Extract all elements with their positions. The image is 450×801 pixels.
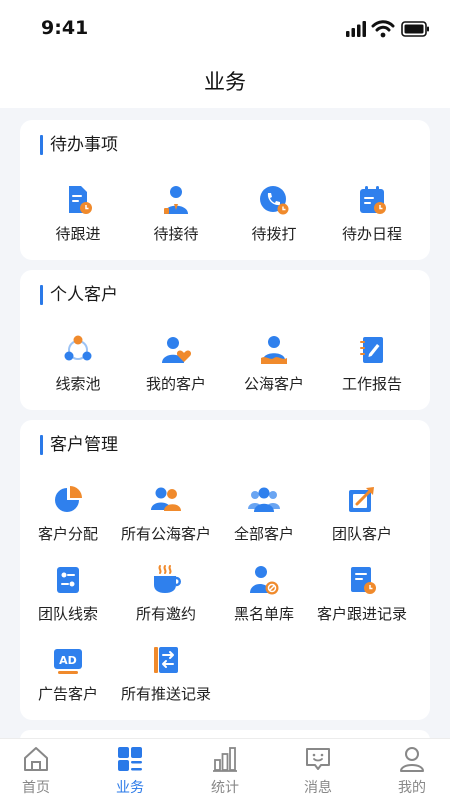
grid-item-lead-pool[interactable]: 线索池 <box>28 334 128 404</box>
grid-item-label: 线索池 <box>55 375 101 393</box>
grid-item-label: 广告客户 <box>37 685 98 703</box>
pie-chart-icon <box>55 486 82 512</box>
tab-label: 业务 <box>116 780 144 796</box>
tab-label: 首页 <box>22 780 50 796</box>
ad-badge-text: AD <box>59 654 77 667</box>
home-icon <box>24 747 48 771</box>
coffee-cup-icon <box>154 565 181 593</box>
public-pool-customer-icon <box>261 336 287 364</box>
profile-icon <box>400 747 424 772</box>
grid-item-follow-record[interactable]: 客户跟进记录 <box>312 564 412 634</box>
bottom-tab-bar: 首页 业务 统计 消息 我的 <box>0 738 450 801</box>
reception-person-icon <box>164 186 188 214</box>
section-title: 个人客户 <box>50 285 118 305</box>
grid-item-label: 所有邀约 <box>135 605 196 623</box>
grid-item-label: 客户跟进记录 <box>316 605 407 623</box>
grid-item-work-report[interactable]: 工作报告 <box>322 334 422 404</box>
section-customer-management-card: 客户管理 客户分配 所有公海客户 全部客户 团队客户 团队线索 所有邀约 黑名单… <box>20 420 430 720</box>
work-report-icon <box>360 337 383 363</box>
grid-item-label: 待接待 <box>153 225 199 243</box>
wifi-icon <box>371 20 395 38</box>
status-time: 9:41 <box>41 17 89 39</box>
grid-item-call[interactable]: 待拨打 <box>224 184 324 254</box>
lead-pool-icon <box>64 335 92 361</box>
grid-item-reception[interactable]: 待接待 <box>126 184 226 254</box>
top-area: 9:41 业务 <box>0 0 450 108</box>
tab-profile[interactable]: 我的 <box>367 739 450 801</box>
all-customers-group-icon <box>248 487 280 512</box>
grid-item-label: 团队线索 <box>37 605 98 623</box>
section-accent-bar <box>40 135 43 155</box>
section-personal-customer-card: 个人客户 线索池 我的客户 公海客户 工作报告 <box>20 270 430 410</box>
my-customer-heart-icon <box>162 337 192 363</box>
bar-chart-icon <box>213 747 237 772</box>
grid-item-public-pool[interactable]: 公海客户 <box>224 334 324 404</box>
section-accent-bar <box>40 285 43 305</box>
grid-item-team-customer[interactable]: 团队客户 <box>312 484 412 554</box>
grid-item-label: 团队客户 <box>331 525 392 543</box>
team-leads-icon <box>57 567 79 593</box>
grid-item-label: 客户分配 <box>37 525 98 543</box>
section-todo-card: 待办事项 待跟进 待接待 待拨打 待办日程 <box>20 120 430 260</box>
follow-record-icon <box>351 567 376 594</box>
grid-item-schedule[interactable]: 待办日程 <box>322 184 422 254</box>
follow-up-doc-icon <box>69 186 92 214</box>
grid-item-push-record[interactable]: 所有推送记录 <box>116 644 216 714</box>
grid-item-blacklist[interactable]: 黑名单库 <box>214 564 314 634</box>
ad-badge-icon: AD <box>54 649 82 674</box>
tab-statistics[interactable]: 统计 <box>180 739 270 801</box>
calendar-schedule-icon <box>360 186 386 214</box>
team-customer-icon <box>349 487 374 512</box>
tab-label: 消息 <box>304 780 332 796</box>
tab-label: 我的 <box>398 780 426 796</box>
tab-messages[interactable]: 消息 <box>273 739 363 801</box>
all-public-customers-icon <box>151 487 181 511</box>
grid-item-label: 工作报告 <box>341 375 402 393</box>
battery-icon <box>401 21 429 37</box>
grid-item-all-invitations[interactable]: 所有邀约 <box>116 564 216 634</box>
grid-item-team-leads[interactable]: 团队线索 <box>18 564 118 634</box>
section-title: 待办事项 <box>50 135 118 155</box>
tab-label: 统计 <box>211 780 239 796</box>
section-accent-bar <box>40 435 43 455</box>
grid-item-all-public-customers[interactable]: 所有公海客户 <box>116 484 216 554</box>
grid-item-label: 待跟进 <box>55 225 101 243</box>
section-title: 客户管理 <box>50 435 118 455</box>
system-status-icons <box>346 20 429 38</box>
grid-item-all-customers[interactable]: 全部客户 <box>214 484 314 554</box>
grid-item-label: 黑名单库 <box>233 605 294 623</box>
business-grid-icon <box>118 747 142 771</box>
grid-item-ad-customer[interactable]: AD 广告客户 <box>18 644 118 714</box>
tab-business[interactable]: 业务 <box>85 739 175 801</box>
grid-item-customer-assign[interactable]: 客户分配 <box>18 484 118 554</box>
blacklist-person-icon <box>250 566 279 595</box>
grid-item-label: 全部客户 <box>233 525 294 543</box>
grid-item-label: 我的客户 <box>145 375 206 393</box>
grid-item-label: 待拨打 <box>251 225 297 243</box>
signal-icon <box>346 21 366 37</box>
page-title: 业务 <box>204 70 246 94</box>
message-icon <box>306 748 330 770</box>
push-record-icon <box>154 647 178 673</box>
grid-item-label: 待办日程 <box>341 225 402 243</box>
status-bar: 9:41 <box>0 0 450 56</box>
grid-item-label: 所有推送记录 <box>120 685 211 703</box>
grid-item-follow-up[interactable]: 待跟进 <box>28 184 128 254</box>
tab-home[interactable]: 首页 <box>0 739 81 801</box>
grid-item-my-customer[interactable]: 我的客户 <box>126 334 226 404</box>
grid-item-label: 公海客户 <box>243 375 304 393</box>
grid-item-label: 所有公海客户 <box>120 525 211 543</box>
phone-call-icon <box>260 186 289 215</box>
